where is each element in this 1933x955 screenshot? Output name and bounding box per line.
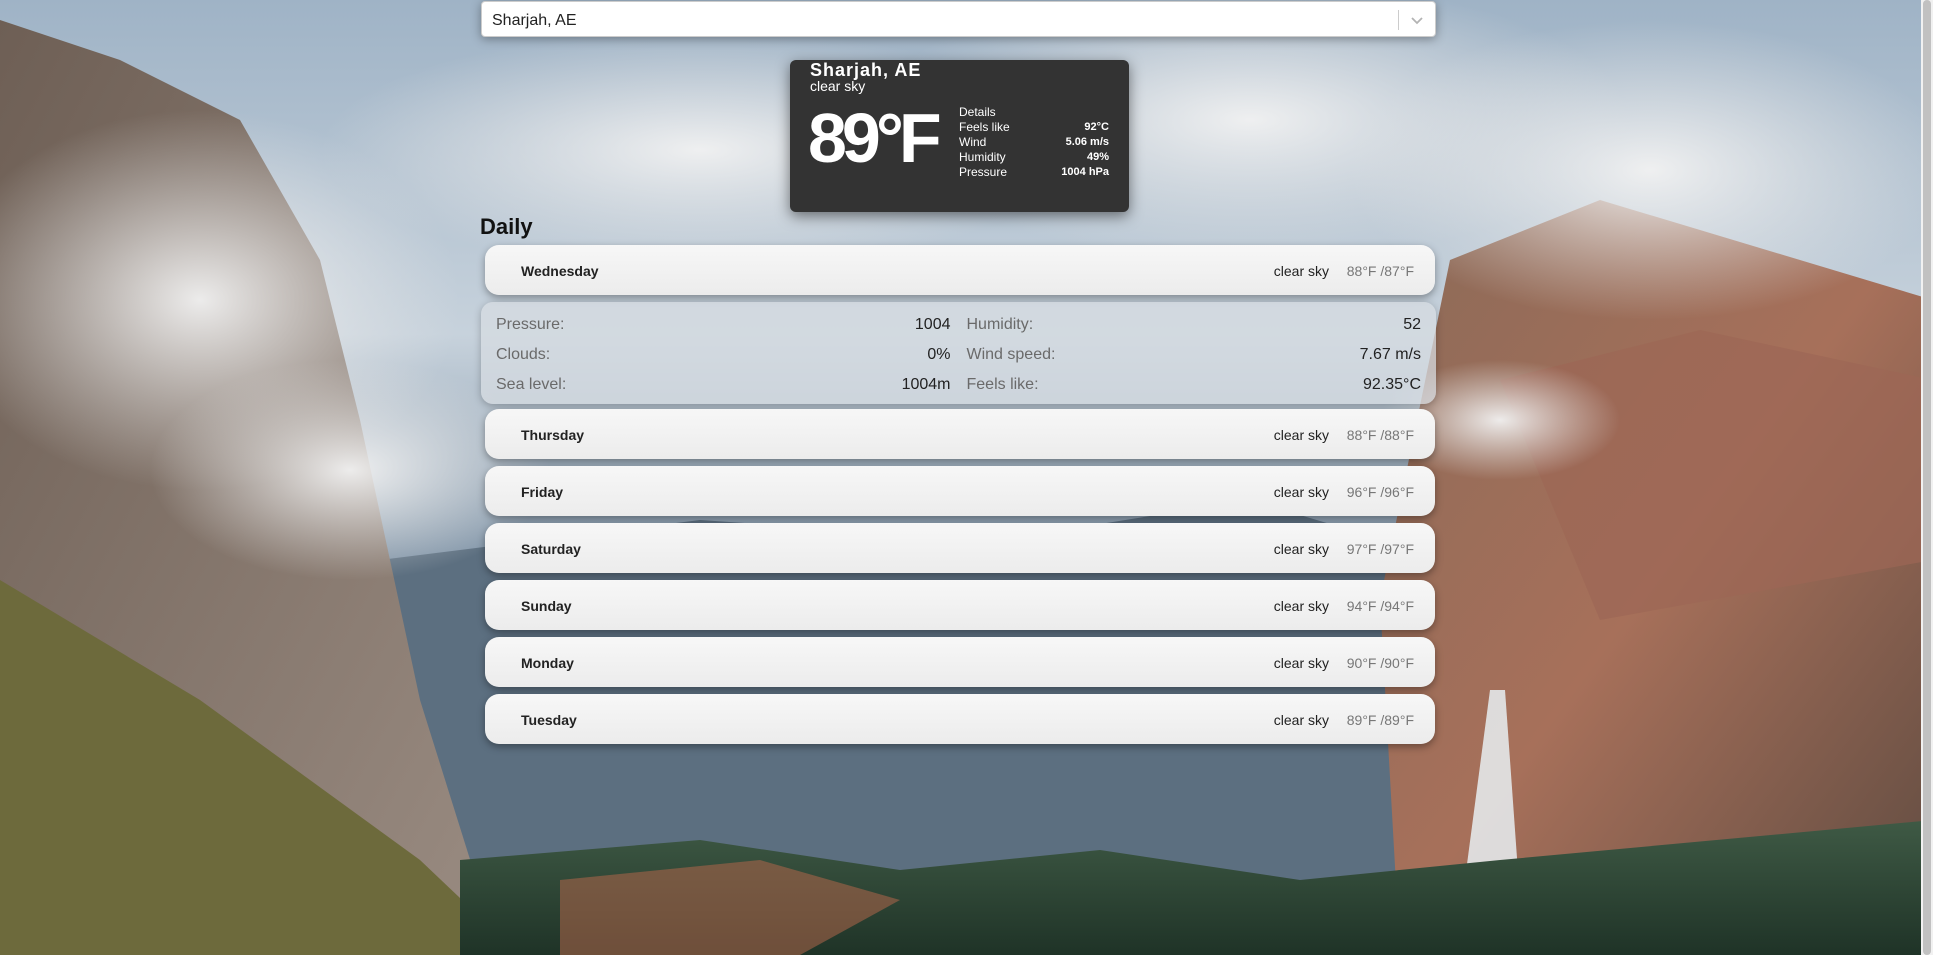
day-name: Thursday bbox=[521, 427, 585, 443]
details-label: Wind bbox=[959, 135, 987, 149]
day-min-max: 88°F /87°F bbox=[1346, 263, 1414, 279]
detail-label: Pressure: bbox=[496, 316, 565, 333]
details-value: 1004 hPa bbox=[1061, 166, 1109, 178]
day-name: Tuesday bbox=[521, 712, 577, 728]
detail-feels-like: Feels like: 92.35°C bbox=[967, 370, 1422, 400]
detail-value: 7.67 m/s bbox=[1359, 346, 1421, 363]
day-item-friday[interactable]: Friday clear sky 96°F /96°F bbox=[485, 466, 1435, 516]
day-description: clear sky bbox=[1273, 541, 1329, 557]
detail-value: 1004 bbox=[914, 316, 951, 333]
detail-label: Wind speed: bbox=[966, 346, 1056, 363]
scrollbar-thumb[interactable] bbox=[1923, 0, 1931, 955]
day-item-saturday[interactable]: Saturday clear sky 97°F /97°F bbox=[485, 523, 1435, 573]
current-temperature: 89°F bbox=[808, 99, 942, 177]
detail-value: 52 bbox=[1403, 316, 1421, 333]
current-description: clear sky bbox=[810, 78, 866, 94]
day-name: Friday bbox=[521, 484, 564, 500]
location-select[interactable]: Sharjah, AE bbox=[481, 1, 1436, 37]
day-description: clear sky bbox=[1273, 655, 1329, 671]
day-description: clear sky bbox=[1273, 712, 1329, 728]
day-name: Sunday bbox=[521, 598, 572, 614]
day-description: clear sky bbox=[1273, 598, 1329, 614]
details-row: Feels like 92°C bbox=[959, 120, 1109, 135]
details-value: 49% bbox=[1086, 151, 1109, 163]
day-name: Wednesday bbox=[521, 263, 599, 279]
day-min-max: 89°F /89°F bbox=[1346, 712, 1414, 728]
detail-label: Clouds: bbox=[496, 346, 551, 363]
day-min-max: 94°F /94°F bbox=[1346, 598, 1414, 614]
day-min-max: 88°F /88°F bbox=[1346, 427, 1414, 443]
details-value: 92°C bbox=[1084, 121, 1109, 133]
detail-value: 1004m bbox=[901, 376, 951, 393]
detail-pressure: Pressure: 1004 bbox=[496, 310, 951, 340]
details-row: Wind 5.06 m/s bbox=[959, 135, 1109, 150]
details-row: Pressure 1004 hPa bbox=[959, 165, 1109, 180]
select-separator bbox=[1398, 10, 1399, 30]
daily-heading: Daily bbox=[480, 214, 533, 239]
details-row: Humidity 49% bbox=[959, 150, 1109, 165]
day-item-monday[interactable]: Monday clear sky 90°F /90°F bbox=[485, 637, 1435, 687]
detail-label: Feels like: bbox=[966, 376, 1039, 393]
day-item-wednesday[interactable]: Wednesday clear sky 88°F /87°F bbox=[485, 245, 1435, 295]
day-item-thursday[interactable]: Thursday clear sky 88°F /88°F bbox=[485, 409, 1435, 459]
detail-value: 0% bbox=[927, 346, 951, 363]
day-item-tuesday[interactable]: Tuesday clear sky 89°F /89°F bbox=[485, 694, 1435, 744]
day-min-max: 96°F /96°F bbox=[1346, 484, 1414, 500]
details-label: Pressure bbox=[959, 165, 1008, 179]
day-description: clear sky bbox=[1273, 484, 1329, 500]
details-heading: Details bbox=[959, 105, 996, 119]
details-label: Feels like bbox=[959, 120, 1010, 134]
day-min-max: 90°F /90°F bbox=[1346, 655, 1414, 671]
day-name: Saturday bbox=[521, 541, 581, 557]
detail-sea-level: Sea level: 1004m bbox=[496, 370, 951, 400]
day-name: Monday bbox=[521, 655, 574, 671]
day-details-panel: Pressure: 1004 Humidity: 52 Clouds: 0% W… bbox=[481, 302, 1436, 404]
detail-label: Humidity: bbox=[966, 316, 1034, 333]
detail-humidity: Humidity: 52 bbox=[967, 310, 1422, 340]
current-details: Details Feels like 92°C Wind 5.06 m/s Hu… bbox=[959, 105, 1109, 180]
page-scrollbar[interactable] bbox=[1921, 0, 1933, 955]
detail-clouds: Clouds: 0% bbox=[496, 340, 951, 370]
detail-label: Sea level: bbox=[496, 376, 567, 393]
chevron-down-icon[interactable] bbox=[1407, 10, 1427, 30]
day-description: clear sky bbox=[1273, 427, 1329, 443]
day-description: clear sky bbox=[1273, 263, 1329, 279]
details-label: Humidity bbox=[959, 150, 1006, 164]
current-weather-card: Sharjah, AE clear sky 89°F Details Feels… bbox=[790, 60, 1129, 212]
detail-wind-speed: Wind speed: 7.67 m/s bbox=[967, 340, 1422, 370]
location-select-value: Sharjah, AE bbox=[492, 12, 577, 29]
details-value: 5.06 m/s bbox=[1065, 136, 1109, 148]
detail-value: 92.35°C bbox=[1363, 376, 1421, 393]
day-min-max: 97°F /97°F bbox=[1346, 541, 1414, 557]
day-item-sunday[interactable]: Sunday clear sky 94°F /94°F bbox=[485, 580, 1435, 630]
